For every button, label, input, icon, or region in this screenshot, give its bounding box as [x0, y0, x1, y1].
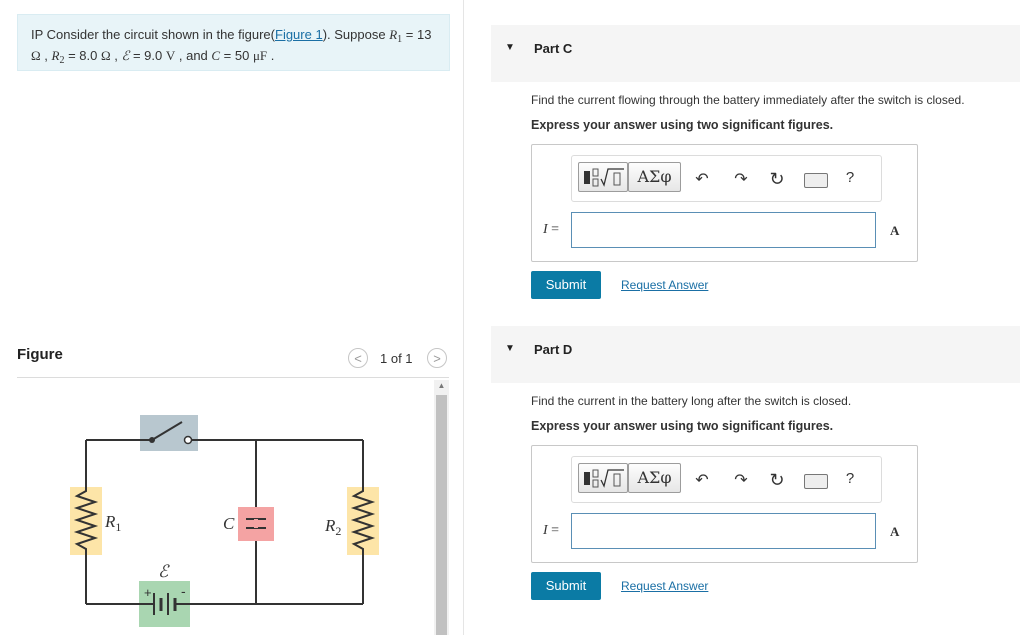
- scroll-thumb[interactable]: [436, 395, 447, 635]
- keyboard-icon[interactable]: [804, 474, 828, 489]
- redo-icon[interactable]: ↷: [731, 470, 751, 490]
- help-icon[interactable]: ?: [842, 169, 858, 186]
- part-c-unit: A: [890, 223, 900, 238]
- next-figure-button[interactable]: >: [427, 348, 447, 368]
- part-d-answer-input[interactable]: [571, 513, 876, 549]
- part-d-unit: A: [890, 524, 900, 539]
- part-d-instruction: Express your answer using two significan…: [531, 419, 834, 433]
- greek-symbols-button[interactable]: ΑΣφ: [628, 162, 681, 192]
- part-c-submit-button[interactable]: Submit: [531, 271, 601, 299]
- r2-label: R2: [324, 516, 341, 538]
- part-c-request-answer-link[interactable]: Request Answer: [621, 278, 708, 292]
- part-c-answer-input[interactable]: [571, 212, 876, 248]
- column-divider: [463, 0, 464, 635]
- collapse-caret-icon[interactable]: ▼: [505, 42, 515, 53]
- reset-icon[interactable]: ↻: [767, 470, 787, 491]
- fraction-sqrt-template-icon: [584, 168, 624, 187]
- undo-icon[interactable]: ↶: [692, 169, 712, 189]
- undo-icon[interactable]: ↶: [692, 470, 712, 490]
- part-c-label: Part C: [534, 41, 573, 56]
- switch: [140, 415, 198, 451]
- figure-link[interactable]: Figure 1: [275, 27, 323, 42]
- problem-statement: IP Consider the circuit shown in the fig…: [17, 14, 450, 71]
- r1-label: R1: [104, 512, 121, 534]
- svg-text:+: +: [144, 585, 152, 600]
- redo-icon[interactable]: ↷: [731, 169, 751, 189]
- figure-title: Figure: [17, 346, 63, 363]
- part-c-var-label: I =: [543, 222, 560, 237]
- figure-pager: 1 of 1: [380, 351, 413, 366]
- part-c-question: Find the current flowing through the bat…: [531, 93, 965, 107]
- fraction-sqrt-template-icon: [584, 469, 624, 488]
- svg-text:-: -: [181, 583, 186, 599]
- emf-label: ℰ: [158, 562, 170, 581]
- figure-divider: [17, 377, 449, 378]
- resistor-r1: [70, 487, 102, 555]
- part-d-label: Part D: [534, 342, 573, 357]
- keyboard-icon[interactable]: [804, 173, 828, 188]
- part-d-question: Find the current in the battery long aft…: [531, 394, 852, 408]
- circuit-diagram: R1 C R2 + - ℰ: [70, 415, 379, 627]
- c-label: C: [223, 514, 235, 533]
- part-d-var-label: I =: [543, 523, 560, 538]
- part-c-instruction: Express your answer using two significan…: [531, 118, 834, 132]
- help-icon[interactable]: ?: [842, 470, 858, 487]
- resistor-r2: [347, 487, 379, 555]
- prev-figure-button[interactable]: <: [348, 348, 368, 368]
- part-d-request-answer-link[interactable]: Request Answer: [621, 579, 708, 593]
- part-d-submit-button[interactable]: Submit: [531, 572, 601, 600]
- scroll-up-arrow-icon[interactable]: ▲: [434, 380, 449, 392]
- templates-button[interactable]: [578, 463, 628, 493]
- collapse-caret-icon[interactable]: ▼: [505, 343, 515, 354]
- templates-button[interactable]: [578, 162, 628, 192]
- greek-symbols-button[interactable]: ΑΣφ: [628, 463, 681, 493]
- reset-icon[interactable]: ↻: [767, 169, 787, 190]
